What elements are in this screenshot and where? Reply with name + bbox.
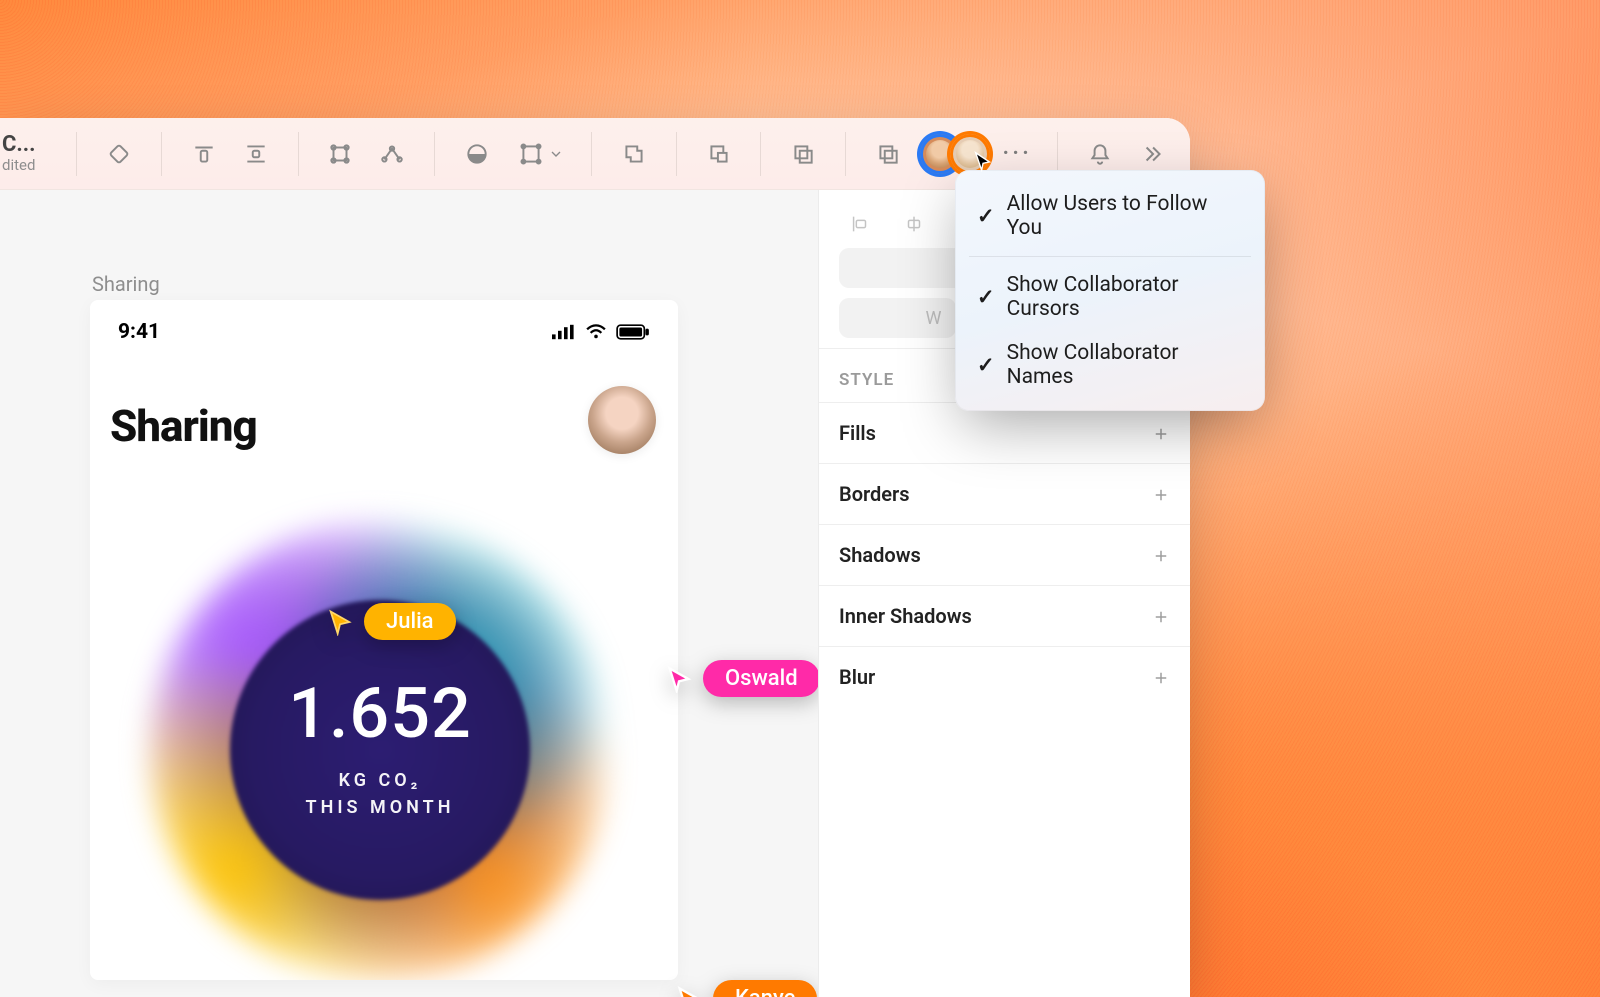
chevron-down-icon <box>548 146 564 162</box>
toolbar-separator <box>1057 132 1058 176</box>
bell-icon <box>1087 141 1113 167</box>
collaborator-cursor-kanye: Kanye <box>675 980 817 997</box>
system-cursor-icon <box>972 150 994 172</box>
style-row-shadows[interactable]: Shadows <box>819 524 1190 585</box>
mask-icon <box>464 141 490 167</box>
toolbar-separator <box>760 132 761 176</box>
plus-icon[interactable] <box>1152 668 1170 686</box>
align-top-icon <box>191 141 217 167</box>
distribute-button[interactable] <box>235 131 277 177</box>
style-row-blur[interactable]: Blur <box>819 646 1190 707</box>
subtract-button[interactable] <box>698 131 740 177</box>
collaborator-cursor-julia: Julia <box>326 603 456 640</box>
toolbar-separator <box>591 132 592 176</box>
artboard-label[interactable]: Sharing <box>92 272 160 296</box>
w-field[interactable]: W <box>839 298 956 338</box>
document-subtitle: dited <box>2 157 58 174</box>
resize-dropdown[interactable] <box>508 131 570 177</box>
cursor-icon <box>326 608 354 636</box>
toolbar-separator <box>845 132 846 176</box>
cellular-icon <box>552 324 576 340</box>
resize-icon <box>518 141 544 167</box>
path-tool-button[interactable] <box>371 131 413 177</box>
subtract-icon <box>706 141 732 167</box>
collaborator-name-pill: Oswald <box>703 660 818 697</box>
menu-divider <box>969 256 1251 257</box>
metric-unit: KG CO₂ <box>288 767 472 794</box>
metric-period: THIS MONTH <box>288 794 472 821</box>
collaboration-menu[interactable]: ✓ Allow Users to Follow You ✓ Show Colla… <box>955 170 1265 411</box>
intersect-button[interactable] <box>782 131 824 177</box>
align-hcenter-icon[interactable] <box>893 206 935 242</box>
profile-avatar <box>588 386 656 454</box>
diamond-icon <box>106 141 132 167</box>
toolbar-separator <box>298 132 299 176</box>
metric-visual: 1.652 KG CO₂ THIS MONTH <box>130 500 630 980</box>
menu-item-allow-follow[interactable]: ✓ Allow Users to Follow You <box>955 182 1265 250</box>
toolbar-separator <box>76 132 77 176</box>
align-left-icon[interactable] <box>839 206 881 242</box>
collaborator-overflow-button[interactable]: ··· <box>994 139 1040 169</box>
plus-icon[interactable] <box>1152 485 1170 503</box>
style-row-inner-shadows[interactable]: Inner Shadows <box>819 585 1190 646</box>
toolbar-separator <box>161 132 162 176</box>
artboard[interactable]: 9:41 Sharing 1.652 KG CO₂ <box>90 300 678 980</box>
shape-tool-button[interactable] <box>98 131 140 177</box>
union-icon <box>621 141 647 167</box>
plus-icon[interactable] <box>1152 607 1170 625</box>
chevrons-right-icon <box>1139 141 1165 167</box>
wifi-icon <box>584 324 608 340</box>
checkmark-icon: ✓ <box>977 285 995 310</box>
style-row-borders[interactable]: Borders <box>819 463 1190 524</box>
cursor-icon <box>665 665 693 693</box>
difference-button[interactable] <box>867 131 909 177</box>
difference-icon <box>875 141 901 167</box>
distribute-icon <box>243 141 269 167</box>
toolbar-separator <box>434 132 435 176</box>
status-time: 9:41 <box>118 320 160 344</box>
cursor-icon <box>675 985 703 997</box>
toolbar-separator <box>676 132 677 176</box>
metric-value: 1.652 <box>288 679 472 749</box>
union-button[interactable] <box>613 131 655 177</box>
plus-icon[interactable] <box>1152 546 1170 564</box>
document-title-block[interactable]: C... dited <box>0 133 58 174</box>
transform-button[interactable] <box>320 131 362 177</box>
intersect-icon <box>790 141 816 167</box>
collaborator-name-pill: Kanye <box>713 980 817 997</box>
screen-title: Sharing <box>110 400 257 452</box>
checkmark-icon: ✓ <box>977 353 995 378</box>
collaborator-name-pill: Julia <box>364 603 456 640</box>
style-row-fills[interactable]: Fills <box>819 402 1190 463</box>
phone-statusbar: 9:41 <box>90 300 678 354</box>
align-top-button[interactable] <box>183 131 225 177</box>
transform-icon <box>327 141 353 167</box>
checkmark-icon: ✓ <box>977 204 995 229</box>
canvas[interactable]: Sharing 9:41 Sharing 1.652 <box>0 190 818 997</box>
battery-icon <box>616 324 650 340</box>
document-title: C... <box>2 133 58 157</box>
menu-item-show-names[interactable]: ✓ Show Collaborator Names <box>955 331 1265 399</box>
menu-item-show-cursors[interactable]: ✓ Show Collaborator Cursors <box>955 263 1265 331</box>
collaborator-cursor-oswald: Oswald <box>665 660 818 697</box>
mask-button[interactable] <box>456 131 498 177</box>
plus-icon[interactable] <box>1152 424 1170 442</box>
path-nodes-icon <box>379 141 405 167</box>
